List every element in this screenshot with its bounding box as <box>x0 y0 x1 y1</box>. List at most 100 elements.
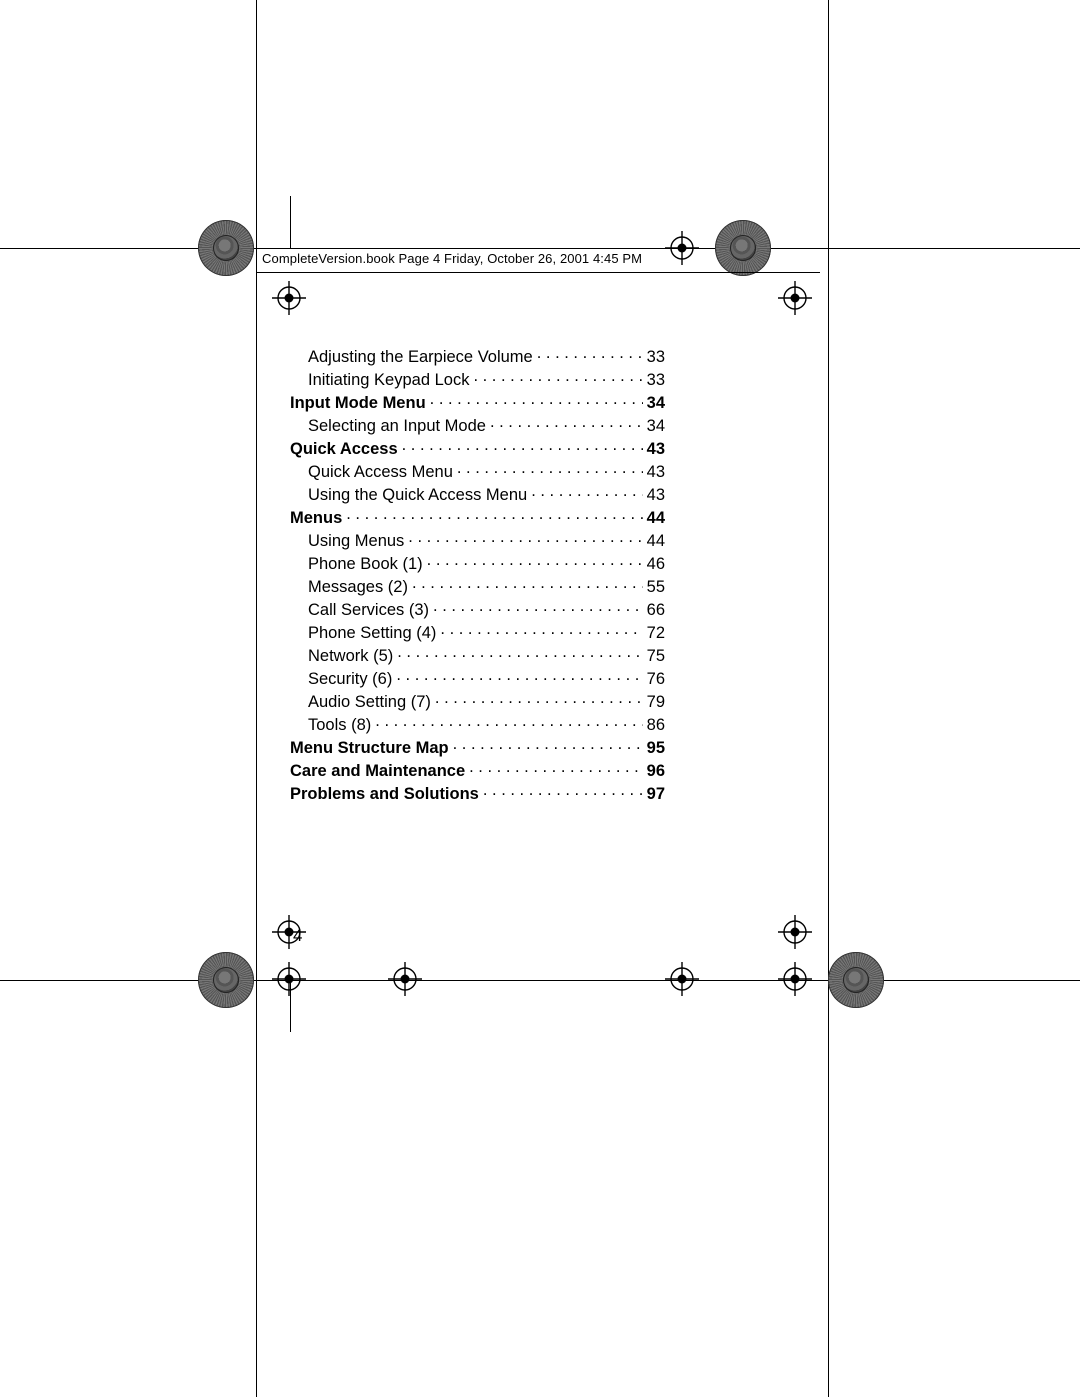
toc-entry: Using Menus 44 <box>308 529 665 549</box>
toc-entry: Quick Access 43 <box>290 437 665 457</box>
toc-entry: Security (6) 76 <box>308 667 665 687</box>
toc-entry-label: Security (6) <box>308 671 392 688</box>
registration-medallion-icon <box>828 952 884 1008</box>
toc-leader-dots <box>433 598 643 615</box>
toc-leader-dots <box>457 460 643 477</box>
toc-entry-label: Call Services (3) <box>308 602 429 619</box>
toc-leader-dots <box>402 437 643 454</box>
toc-leader-dots <box>375 713 642 730</box>
toc-entry-page: 72 <box>647 625 665 642</box>
toc-leader-dots <box>427 552 643 569</box>
register-mark-icon <box>665 962 699 996</box>
toc-entry-page: 43 <box>647 464 665 481</box>
toc-entry-label: Audio Setting (7) <box>308 694 431 711</box>
toc-entry: Using the Quick Access Menu 43 <box>308 483 665 503</box>
toc-entry-page: 46 <box>647 556 665 573</box>
toc-entry-page: 33 <box>647 349 665 366</box>
header-rule <box>256 272 820 273</box>
toc-entry-label: Input Mode Menu <box>290 395 426 412</box>
crop-tick <box>290 196 291 248</box>
toc-entry: Menu Structure Map 95 <box>290 736 665 756</box>
page-number: 4 <box>293 926 302 946</box>
toc-entry: Audio Setting (7) 79 <box>308 690 665 710</box>
toc-entry: Care and Maintenance 96 <box>290 759 665 779</box>
toc-leader-dots <box>397 644 642 661</box>
toc-entry: Adjusting the Earpiece Volume 33 <box>308 345 665 365</box>
register-mark-icon <box>665 231 699 265</box>
toc-entry-label: Phone Book (1) <box>308 556 423 573</box>
toc-entry: Menus 44 <box>290 506 665 526</box>
registration-medallion-icon <box>198 220 254 276</box>
scanned-page: CompleteVersion.book Page 4 Friday, Octo… <box>0 0 1080 1397</box>
toc-entry-label: Network (5) <box>308 648 393 665</box>
toc-entry-page: 43 <box>647 487 665 504</box>
toc-leader-dots <box>408 529 642 546</box>
toc-entry-page: 55 <box>647 579 665 596</box>
toc-leader-dots <box>469 759 643 776</box>
toc-entry: Phone Book (1) 46 <box>308 552 665 572</box>
toc-entry-page: 34 <box>647 418 665 435</box>
toc-leader-dots <box>473 368 642 385</box>
toc-entry: Phone Setting (4) 72 <box>308 621 665 641</box>
toc-entry-label: Problems and Solutions <box>290 786 479 803</box>
toc-entry-label: Quick Access Menu <box>308 464 453 481</box>
document-header: CompleteVersion.book Page 4 Friday, Octo… <box>262 251 642 266</box>
toc-entry-page: 44 <box>647 510 665 527</box>
toc-entry-label: Phone Setting (4) <box>308 625 436 642</box>
toc-entry: Messages (2) 55 <box>308 575 665 595</box>
registration-medallion-icon <box>715 220 771 276</box>
toc-entry-page: 33 <box>647 372 665 389</box>
toc-entry: Quick Access Menu 43 <box>308 460 665 480</box>
toc-entry: Network (5) 75 <box>308 644 665 664</box>
toc-entry-page: 97 <box>647 786 665 803</box>
toc-entry-page: 86 <box>647 717 665 734</box>
toc-entry-label: Initiating Keypad Lock <box>308 372 469 389</box>
toc-leader-dots <box>346 506 642 523</box>
toc-entry-page: 34 <box>647 395 665 412</box>
toc-entry-page: 44 <box>647 533 665 550</box>
toc-leader-dots <box>430 391 643 408</box>
toc-leader-dots <box>483 782 643 799</box>
toc-leader-dots <box>490 414 643 431</box>
toc-entry-page: 43 <box>647 441 665 458</box>
crop-line-left <box>256 0 257 1397</box>
toc-entry-page: 66 <box>647 602 665 619</box>
toc-leader-dots <box>537 345 643 362</box>
crop-line-top <box>0 248 1080 249</box>
toc-entry-page: 79 <box>647 694 665 711</box>
toc-leader-dots <box>412 575 643 592</box>
toc-entry-label: Messages (2) <box>308 579 408 596</box>
register-mark-icon <box>388 962 422 996</box>
register-mark-icon <box>272 281 306 315</box>
register-mark-icon <box>778 281 812 315</box>
toc-entry: Selecting an Input Mode 34 <box>308 414 665 434</box>
toc-entry-page: 95 <box>647 740 665 757</box>
toc-entry-label: Using the Quick Access Menu <box>308 487 527 504</box>
toc-leader-dots <box>440 621 642 638</box>
toc-entry-page: 76 <box>647 671 665 688</box>
register-mark-icon <box>778 962 812 996</box>
toc-leader-dots <box>396 667 642 684</box>
registration-medallion-icon <box>198 952 254 1008</box>
toc-leader-dots <box>531 483 642 500</box>
register-mark-icon <box>272 962 306 996</box>
toc-entry: Input Mode Menu 34 <box>290 391 665 411</box>
toc-entry-label: Selecting an Input Mode <box>308 418 486 435</box>
toc-entry-label: Quick Access <box>290 441 398 458</box>
toc-entry-label: Adjusting the Earpiece Volume <box>308 349 533 366</box>
toc-entry-label: Menus <box>290 510 342 527</box>
toc-entry: Problems and Solutions 97 <box>290 782 665 802</box>
crop-line-right <box>828 0 829 1397</box>
toc-leader-dots <box>435 690 643 707</box>
toc-entry-label: Using Menus <box>308 533 404 550</box>
toc-entry-label: Care and Maintenance <box>290 763 465 780</box>
toc-leader-dots <box>453 736 643 753</box>
toc-entry: Tools (8)86 <box>308 713 665 733</box>
table-of-contents: Adjusting the Earpiece Volume33Initiatin… <box>290 345 665 805</box>
crop-line-bottom <box>0 980 1080 981</box>
toc-entry-page: 75 <box>647 648 665 665</box>
toc-entry: Initiating Keypad Lock 33 <box>308 368 665 388</box>
toc-entry-label: Menu Structure Map <box>290 740 449 757</box>
toc-entry-page: 96 <box>647 763 665 780</box>
register-mark-icon <box>778 915 812 949</box>
